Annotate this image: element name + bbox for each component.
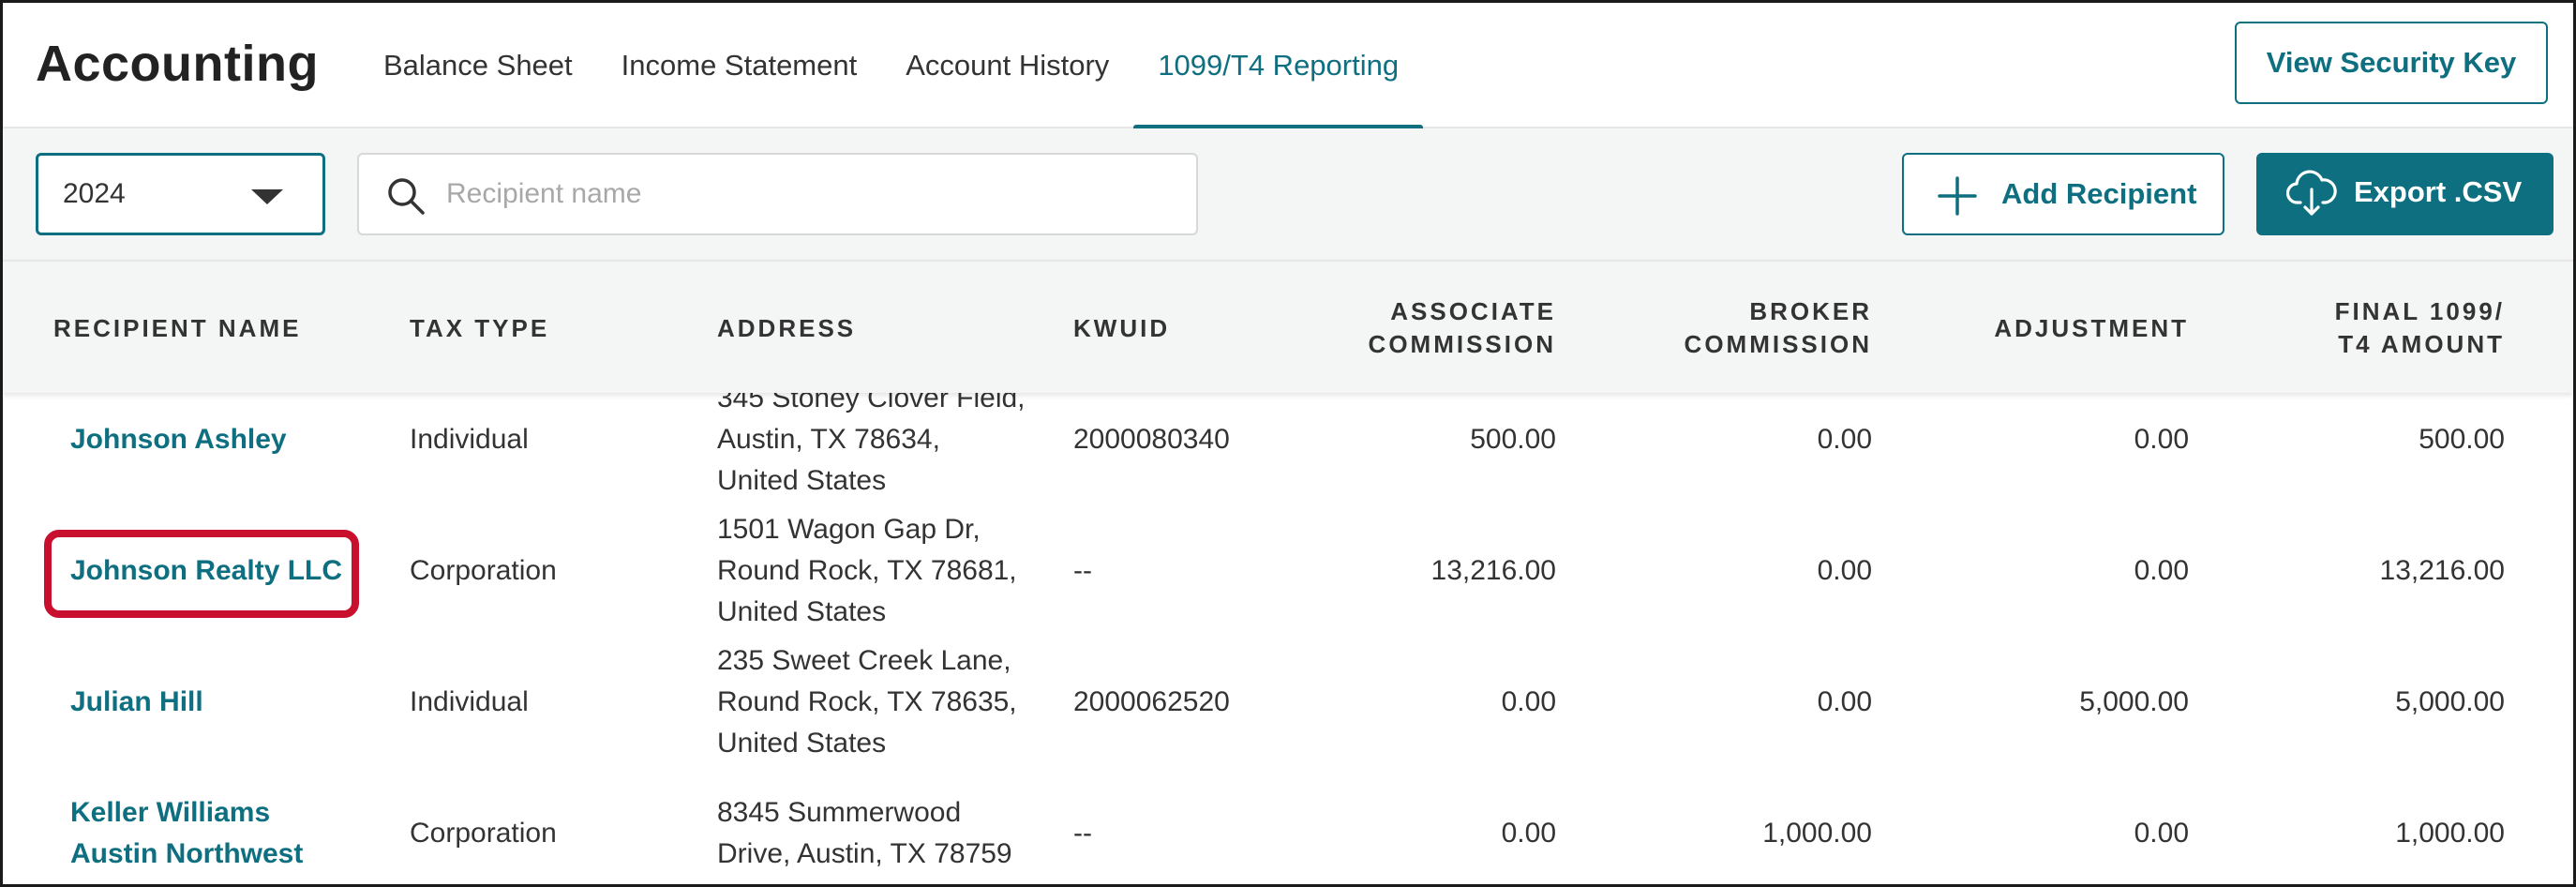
table-header: RECIPIENT NAME TAX TYPE ADDRESS KWUID AS… [3,260,2573,393]
broker-commission-cell: 0.00 [1817,424,1872,455]
view-security-key-button[interactable]: View Security Key [2235,22,2548,104]
year-select[interactable]: 2024 [36,153,325,235]
plus-icon [1938,176,1977,216]
address-line: 8345 Summerwood [717,797,962,828]
address-line: Round Rock, TX 78681, [717,555,1017,586]
column-header-final-line1: FINAL 1099/ [2334,297,2505,325]
kwuid-cell: -- [1073,818,1092,849]
tab-balance-sheet[interactable]: Balance Sheet [359,3,597,128]
adjustment-cell: 0.00 [2134,555,2189,586]
address-line: United States [717,465,887,496]
final-amount-cell: 13,216.00 [2379,555,2505,586]
export-csv-label: Export .CSV [2354,175,2523,208]
final-amount-cell: 500.00 [2419,424,2505,455]
broker-commission-cell: 1,000.00 [1762,818,1872,849]
tab-1099-t4-reporting[interactable]: 1099/T4 Reporting [1133,3,1423,130]
table-body: Johnson Ashley Individual 345 Stoney Clo… [3,393,2573,884]
app-header: Accounting Balance Sheet Income Statemen… [3,3,2573,130]
adjustment-cell: 5,000.00 [2079,686,2189,717]
broker-commission-cell: 0.00 [1817,686,1872,717]
search-icon [388,178,425,215]
associate-commission-cell: 500.00 [1470,424,1556,455]
recipient-search-input[interactable] [446,155,1177,233]
column-header-final-line2: T4 AMOUNT [2338,330,2505,358]
final-amount-cell: 5,000.00 [2395,686,2505,717]
filter-toolbar: 2024 Add Recipient Export .CSV [3,128,2573,260]
table-row: Julian Hill Individual 235 Sweet Creek L… [3,637,2573,768]
column-header-tax-type[interactable]: TAX TYPE [410,312,549,345]
address-line: United States [717,596,887,627]
year-select-value: 2024 [63,178,126,209]
recipient-name-link[interactable]: Johnson Realty LLC [70,550,342,592]
address-line: 345 Stoney Clover Field, [717,393,1026,413]
column-header-kwuid[interactable]: KWUID [1073,312,1170,345]
column-header-associate-line1: ASSOCIATE [1390,297,1556,325]
add-recipient-button[interactable]: Add Recipient [1902,153,2224,235]
associate-commission-cell: 13,216.00 [1430,555,1556,586]
broker-commission-cell: 0.00 [1817,555,1872,586]
column-header-associate-line2: COMMISSION [1368,330,1556,358]
associate-commission-cell: 0.00 [1501,686,1556,717]
add-recipient-label: Add Recipient [2001,177,2197,210]
address-cell: 8345 Summerwood Drive, Austin, TX 78759 [717,792,1012,875]
address-line: 235 Sweet Creek Lane, [717,645,1011,676]
column-header-associate-commission[interactable]: ASSOCIATE COMMISSION [1369,295,1556,361]
address-cell: 235 Sweet Creek Lane, Round Rock, TX 786… [717,640,1017,764]
tax-type-cell: Individual [410,686,529,717]
recipient-name-link[interactable]: Keller Williams Austin Northwest [70,792,303,875]
address-line: Round Rock, TX 78635, [717,686,1017,717]
cloud-download-icon [2286,170,2337,216]
kwuid-cell: 2000080340 [1073,424,1230,455]
recipient-name-link[interactable]: Johnson Ashley [70,419,287,460]
address-line: Austin, TX 78634, [717,424,940,455]
page-title: Accounting [36,36,319,92]
kwuid-cell: -- [1073,555,1092,586]
associate-commission-cell: 0.00 [1501,818,1556,849]
adjustment-cell: 0.00 [2134,818,2189,849]
column-header-address[interactable]: ADDRESS [717,312,856,345]
column-header-recipient-name[interactable]: RECIPIENT NAME [53,312,301,345]
recipient-name-link[interactable]: Julian Hill [70,682,203,723]
address-line: Drive, Austin, TX 78759 [717,838,1012,869]
table-row: Keller Williams Austin Northwest Corpora… [3,768,2573,884]
column-header-broker-commission[interactable]: BROKER COMMISSION [1685,295,1872,361]
tax-type-cell: Individual [410,424,529,455]
address-line: United States [717,728,887,759]
tax-type-cell: Corporation [410,555,557,586]
address-cell: 345 Stoney Clover Field, Austin, TX 7863… [717,393,1026,502]
kwuid-cell: 2000062520 [1073,686,1230,717]
recipient-name-line: Austin Northwest [70,838,304,869]
table-row: Johnson Realty LLC Corporation 1501 Wago… [3,505,2573,637]
column-header-adjustment[interactable]: ADJUSTMENT [1994,312,2189,345]
export-csv-button[interactable]: Export .CSV [2256,153,2554,235]
adjustment-cell: 0.00 [2134,424,2189,455]
tab-income-statement[interactable]: Income Statement [597,3,882,128]
recipient-name-line: Keller Williams [70,797,271,828]
final-amount-cell: 1,000.00 [2395,818,2505,849]
tax-type-cell: Corporation [410,818,557,849]
nav-tabs: Balance Sheet Income Statement Account H… [359,3,1423,130]
search-box[interactable] [357,153,1198,235]
address-cell: 1501 Wagon Gap Dr, Round Rock, TX 78681,… [717,509,1017,633]
address-line: 1501 Wagon Gap Dr, [717,514,981,545]
tab-account-history[interactable]: Account History [881,3,1133,128]
caret-down-icon [251,189,283,204]
table-row: Johnson Ashley Individual 345 Stoney Clo… [3,393,2573,505]
column-header-final-amount[interactable]: FINAL 1099/ T4 AMOUNT [2335,295,2505,361]
column-header-broker-line1: BROKER [1749,297,1872,325]
app-window: Accounting Balance Sheet Income Statemen… [0,0,2576,887]
column-header-broker-line2: COMMISSION [1684,330,1872,358]
